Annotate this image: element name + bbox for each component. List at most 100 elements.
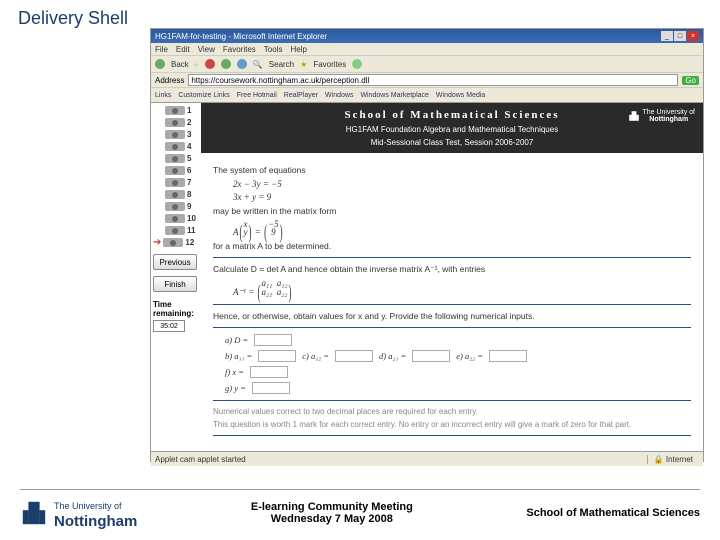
slide-title: Delivery Shell bbox=[18, 8, 128, 29]
menu-bar: File Edit View Favorites Tools Help bbox=[151, 43, 703, 56]
uni-logo-banner: The University ofNottingham bbox=[628, 109, 695, 123]
links-bar: Links Customize Links Free Hotmail RealP… bbox=[151, 88, 703, 103]
go-button[interactable]: Go bbox=[682, 76, 699, 85]
question-number: 5 bbox=[187, 154, 191, 163]
question-status-icon bbox=[165, 142, 185, 151]
answer-input-d[interactable] bbox=[254, 334, 292, 346]
question-line: Calculate D = det A and hence obtain the… bbox=[213, 264, 691, 275]
castle-icon bbox=[20, 498, 48, 528]
search-label[interactable]: Search bbox=[269, 60, 294, 69]
question-nav-item[interactable]: 10 bbox=[153, 213, 199, 224]
divider bbox=[213, 400, 691, 401]
address-input[interactable] bbox=[188, 74, 678, 86]
time-remaining-label: Time remaining: bbox=[153, 300, 199, 318]
finish-button[interactable]: Finish bbox=[153, 276, 197, 292]
home-icon[interactable] bbox=[237, 59, 247, 69]
question-status-icon bbox=[165, 226, 185, 235]
menu-tools[interactable]: Tools bbox=[264, 45, 283, 54]
search-icon[interactable]: 🔍 bbox=[253, 60, 263, 69]
matrix-expr: A⁻¹ = (a₁₁ a₁₂a₂₁ a₂₂) bbox=[233, 279, 691, 298]
question-status-icon bbox=[165, 190, 185, 199]
history-icon[interactable] bbox=[352, 59, 362, 69]
question-line: may be written in the matrix form bbox=[213, 206, 691, 216]
input-label: g) y = bbox=[225, 383, 246, 393]
answer-input-a11[interactable] bbox=[258, 350, 296, 362]
favorites-icon[interactable]: ★ bbox=[300, 60, 307, 69]
question-status-icon bbox=[165, 154, 185, 163]
question-status-icon bbox=[163, 238, 183, 247]
input-label: c) a₁₂ = bbox=[302, 351, 329, 361]
page-content: 1234567891011➔12 Previous Finish Time re… bbox=[151, 103, 703, 451]
question-line: Hence, or otherwise, obtain values for x… bbox=[213, 311, 691, 321]
link-item[interactable]: Windows Marketplace bbox=[360, 92, 428, 99]
question-nav-item[interactable]: 4 bbox=[153, 141, 199, 152]
question-nav-item[interactable]: 3 bbox=[153, 129, 199, 140]
menu-view[interactable]: View bbox=[198, 45, 215, 54]
answer-input-a21[interactable] bbox=[412, 350, 450, 362]
back-icon[interactable] bbox=[155, 59, 165, 69]
links-label: Links bbox=[155, 92, 171, 99]
question-nav-item[interactable]: 7 bbox=[153, 177, 199, 188]
toolbar: Back ▸ 🔍 Search ★ Favorites bbox=[151, 56, 703, 73]
question-number: 7 bbox=[187, 178, 191, 187]
menu-file[interactable]: File bbox=[155, 45, 168, 54]
question-body: School of Mathematical Sciences HG1FAM F… bbox=[201, 103, 703, 451]
question-number: 9 bbox=[187, 202, 191, 211]
address-label: Address bbox=[155, 76, 184, 85]
stop-icon[interactable] bbox=[205, 59, 215, 69]
browser-window: HG1FAM-for-testing - Microsoft Internet … bbox=[150, 28, 704, 462]
divider bbox=[213, 257, 691, 258]
input-label: f) x = bbox=[225, 367, 244, 377]
status-text: Applet cam applet started bbox=[155, 455, 246, 464]
question-nav-item[interactable]: 9 bbox=[153, 201, 199, 212]
current-arrow-icon: ➔ bbox=[153, 239, 161, 247]
previous-button[interactable]: Previous bbox=[153, 254, 197, 270]
refresh-icon[interactable] bbox=[221, 59, 231, 69]
link-item[interactable]: Windows bbox=[325, 92, 353, 99]
link-item[interactable]: Free Hotmail bbox=[237, 92, 277, 99]
menu-help[interactable]: Help bbox=[290, 45, 306, 54]
question-nav-item[interactable]: ➔ 12 bbox=[153, 237, 199, 248]
divider bbox=[213, 304, 691, 305]
question-number: 4 bbox=[187, 142, 191, 151]
answer-input-a12[interactable] bbox=[335, 350, 373, 362]
question-number: 12 bbox=[185, 238, 194, 247]
question-line: for a matrix A to be determined. bbox=[213, 241, 691, 251]
answer-input-x[interactable] bbox=[250, 366, 288, 378]
back-label[interactable]: Back bbox=[171, 60, 189, 69]
divider bbox=[213, 435, 691, 436]
link-item[interactable]: RealPlayer bbox=[284, 92, 318, 99]
question-status-icon bbox=[165, 166, 185, 175]
school-heading: School of Mathematical Sciences bbox=[211, 109, 693, 121]
question-nav-item[interactable]: 6 bbox=[153, 165, 199, 176]
uni-logo-footer: The University ofNottingham bbox=[20, 496, 137, 530]
note-text: This question is worth 1 mark for each c… bbox=[213, 420, 691, 429]
equation: 2x − 3y = −5 bbox=[233, 179, 691, 189]
link-item[interactable]: Customize Links bbox=[178, 92, 229, 99]
menu-favorites[interactable]: Favorites bbox=[223, 45, 256, 54]
question-status-icon bbox=[165, 202, 185, 211]
title-bar: HG1FAM-for-testing - Microsoft Internet … bbox=[151, 29, 703, 43]
menu-edit[interactable]: Edit bbox=[176, 45, 190, 54]
equation: 3x + y = 9 bbox=[233, 192, 691, 202]
question-nav-item[interactable]: 5 bbox=[153, 153, 199, 164]
question-nav-item[interactable]: 1 bbox=[153, 105, 199, 116]
minimize-icon[interactable]: _ bbox=[661, 31, 673, 41]
question-nav-item[interactable]: 2 bbox=[153, 117, 199, 128]
maximize-icon[interactable]: □ bbox=[674, 31, 686, 41]
close-icon[interactable]: × bbox=[687, 31, 699, 41]
slide-footer: The University ofNottingham E-learning C… bbox=[20, 489, 700, 530]
favorites-label[interactable]: Favorites bbox=[313, 60, 346, 69]
forward-icon[interactable]: ▸ bbox=[195, 60, 199, 69]
question-nav-item[interactable]: 8 bbox=[153, 189, 199, 200]
question-status-icon bbox=[165, 130, 185, 139]
answer-input-y[interactable] bbox=[252, 382, 290, 394]
input-label: b) a₁₁ = bbox=[225, 351, 252, 361]
question-nav-item[interactable]: 11 bbox=[153, 225, 199, 236]
question-number: 11 bbox=[187, 226, 195, 235]
answer-input-a22[interactable] bbox=[489, 350, 527, 362]
link-item[interactable]: Windows Media bbox=[436, 92, 485, 99]
address-bar: Address Go bbox=[151, 73, 703, 88]
lock-icon: 🔒 bbox=[654, 455, 664, 464]
question-number: 10 bbox=[187, 214, 196, 223]
